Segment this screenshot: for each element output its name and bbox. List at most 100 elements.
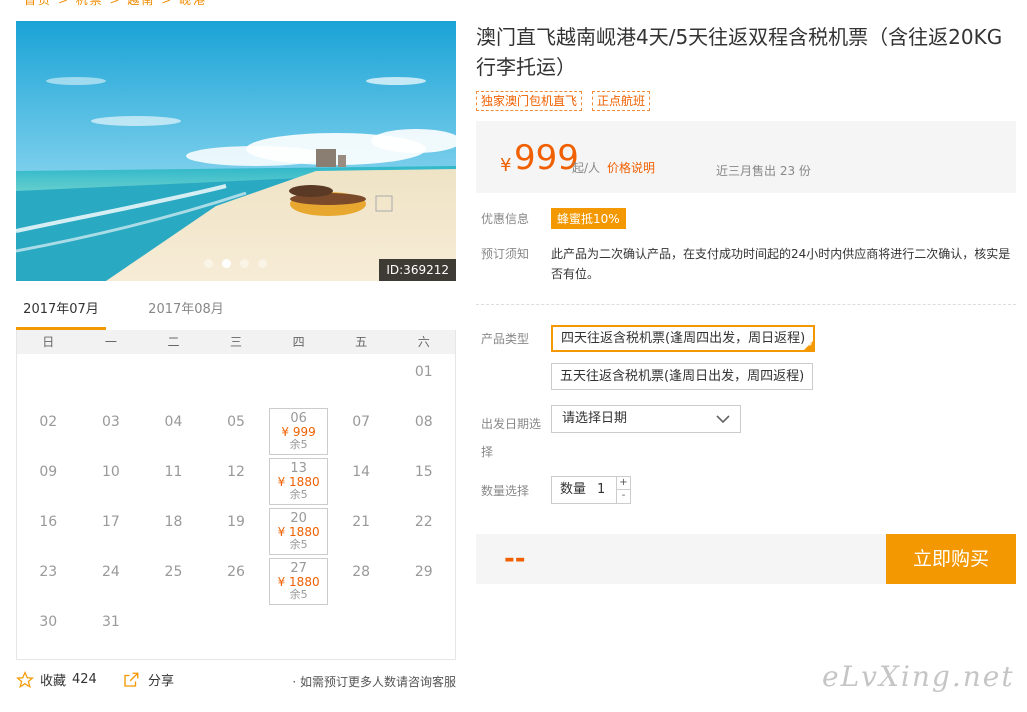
- day-number: 02: [39, 414, 58, 430]
- quantity-field-label: 数量: [560, 482, 587, 497]
- calendar-day-empty: [205, 604, 268, 654]
- price-currency: ¥: [500, 155, 512, 176]
- calendar-day-empty: [17, 354, 80, 404]
- quantity-stepper-buttons: + -: [616, 477, 630, 503]
- calendar-day: 28: [330, 554, 393, 604]
- day-number: 21: [352, 514, 371, 530]
- product-type-option-4day[interactable]: 四天往返含税机票(逢周四出发，周日返程): [551, 325, 816, 352]
- quantity-increment-button[interactable]: +: [617, 477, 630, 490]
- weekday-label: 二: [167, 335, 180, 349]
- favorite-button[interactable]: 收藏 424: [16, 670, 97, 689]
- available-date-box[interactable]: 27 ¥ 1880 余5: [269, 558, 328, 605]
- calendar-day-empty: [267, 604, 330, 654]
- consult-note: · 如需预订更多人数请咨询客服: [292, 675, 456, 689]
- calendar-day: 26: [205, 554, 268, 604]
- carousel-dot[interactable]: [240, 259, 249, 268]
- booking-notice: 此产品为二次确认产品，在支付成功时间起的24小时内供应商将进行二次确认，核实是否…: [551, 247, 1011, 281]
- option-label: 四天往返含税机票(逢周四出发，周日返程): [561, 331, 806, 346]
- quantity-stepper: 数量 1 + -: [551, 476, 631, 504]
- day-number: 18: [164, 514, 183, 530]
- day-number: 06: [290, 411, 307, 426]
- tab-month-august[interactable]: 2017年08月: [136, 296, 236, 330]
- quantity-decrement-button[interactable]: -: [617, 490, 630, 503]
- month-tabs: 2017年07月 2017年08月: [16, 296, 456, 330]
- calendar-week-row: 02 03 04 05 06 ¥ 999 余5 07 08: [17, 404, 455, 455]
- calendar-day-available[interactable]: 20 ¥ 1880 余5: [267, 504, 330, 555]
- day-number: 16: [39, 514, 58, 530]
- calendar-day: 01: [392, 354, 455, 404]
- product-tag: 独家澳门包机直飞: [476, 91, 583, 111]
- breadcrumb[interactable]: 首页 > 机票 > 越南 > 岘港: [24, 0, 207, 8]
- day-number: 27: [290, 561, 307, 576]
- carousel-dot[interactable]: [204, 259, 213, 268]
- share-label: 分享: [148, 674, 175, 689]
- calendar-weekday-header: 日 一 二 三 四 五 六: [17, 330, 455, 354]
- site-watermark: eLvXing.net: [822, 660, 1015, 693]
- favorite-count: 424: [72, 672, 97, 687]
- day-number: 11: [164, 464, 183, 480]
- day-stock: 余5: [289, 538, 308, 551]
- weekday-label: 一: [104, 335, 117, 349]
- weekday-label: 三: [230, 335, 243, 349]
- calendar-week-row: 16 17 18 19 20 ¥ 1880 余5 21 22: [17, 504, 455, 555]
- favorite-label: 收藏: [40, 674, 67, 689]
- product-image-carousel[interactable]: ID:369212: [16, 21, 456, 281]
- departure-date-select[interactable]: 请选择日期: [551, 405, 741, 433]
- day-number: 12: [227, 464, 245, 480]
- calendar-grid: 01 02 03 04 05 06 ¥ 999 余5 07 08 09 10 11 12 13 ¥ 1880 余…: [17, 354, 455, 654]
- weekday-label: 五: [355, 335, 368, 349]
- day-number: 28: [352, 564, 371, 580]
- calendar-day-available[interactable]: 06 ¥ 999 余5: [267, 404, 330, 455]
- departure-calendar: 日 一 二 三 四 五 六 01 02 03 04 05 06 ¥ 999 余5 07 08 09 1…: [16, 330, 456, 660]
- day-number: 13: [290, 461, 307, 476]
- carousel-dot[interactable]: [258, 259, 267, 268]
- day-number: 31: [101, 614, 120, 630]
- calendar-week-row: 30 31: [17, 604, 455, 654]
- day-number: 09: [39, 464, 58, 480]
- weekday-label: 日: [42, 335, 55, 349]
- calendar-day: 09: [17, 454, 80, 504]
- quantity-label: 数量选择: [481, 484, 530, 498]
- weekday-label: 四: [292, 335, 305, 349]
- calendar-day: 08: [392, 404, 455, 454]
- product-type-label: 产品类型: [481, 332, 530, 346]
- available-date-box[interactable]: 13 ¥ 1880 余5: [269, 458, 328, 505]
- calendar-day-available[interactable]: 27 ¥ 1880 余5: [267, 554, 330, 605]
- calendar-week-row: 23 24 25 26 27 ¥ 1880 余5 28 29: [17, 554, 455, 605]
- notice-label: 预订须知: [481, 247, 530, 261]
- price-explain-link[interactable]: 价格说明: [607, 159, 655, 176]
- calendar-day: 22: [392, 504, 455, 554]
- calendar-day-empty: [330, 354, 393, 404]
- calendar-week-row: 09 10 11 12 13 ¥ 1880 余5 14 15: [17, 454, 455, 505]
- calendar-day: 03: [80, 404, 143, 454]
- day-number: 03: [101, 414, 120, 430]
- day-number: 15: [414, 464, 433, 480]
- buy-now-button[interactable]: 立即购买: [886, 534, 1016, 584]
- product-type-option-5day[interactable]: 五天往返含税机票(逢周日出发，周四返程): [551, 363, 814, 390]
- calendar-day-available[interactable]: 13 ¥ 1880 余5: [267, 454, 330, 505]
- day-number: 10: [101, 464, 120, 480]
- calendar-day-empty: [142, 604, 205, 654]
- purchase-bar: -- 立即购买: [476, 534, 1016, 584]
- share-icon: [124, 672, 139, 687]
- calendar-day: 15: [392, 454, 455, 504]
- available-date-box[interactable]: 06 ¥ 999 余5: [269, 408, 328, 455]
- carousel-dot-active[interactable]: [222, 259, 231, 268]
- calendar-day-empty: [205, 354, 268, 404]
- day-stock: 余5: [289, 588, 308, 601]
- calendar-day: 17: [80, 504, 143, 554]
- calendar-day: 12: [205, 454, 268, 504]
- tab-month-july[interactable]: 2017年07月: [16, 296, 106, 330]
- day-stock: 余5: [289, 438, 308, 451]
- weekday-label: 六: [417, 335, 430, 349]
- calendar-day: 11: [142, 454, 205, 504]
- top-breadcrumb-strip: 首页 > 机票 > 越南 > 岘港: [0, 0, 1027, 8]
- bottom-action-bar: 收藏 424 分享 · 如需预订更多人数请咨询客服: [16, 670, 456, 692]
- available-date-box[interactable]: 20 ¥ 1880 余5: [269, 508, 328, 555]
- calendar-day-empty: [267, 354, 330, 404]
- calendar-day: 30: [17, 604, 80, 654]
- share-button[interactable]: 分享: [122, 670, 174, 689]
- quantity-input[interactable]: 1: [597, 477, 605, 503]
- promo-badge: 蜂蜜抵10%: [551, 208, 626, 229]
- day-number: 22: [414, 514, 433, 530]
